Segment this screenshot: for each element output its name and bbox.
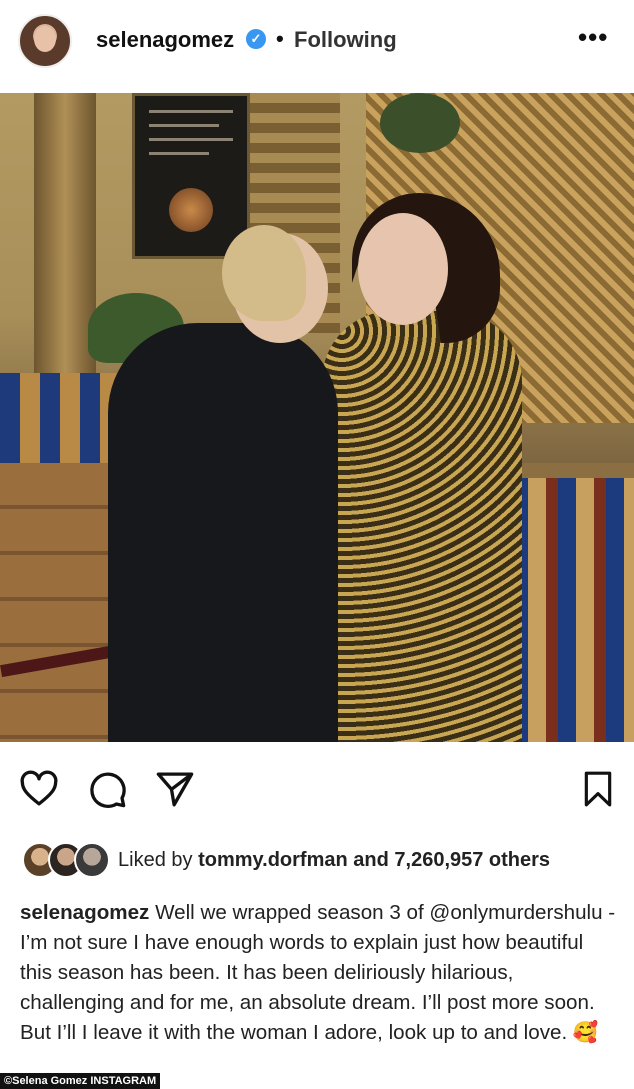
- username-link[interactable]: selenagomez: [96, 27, 234, 53]
- plaque-medallion: [169, 188, 213, 232]
- liked-by-avatars[interactable]: [22, 842, 110, 878]
- post-header: selenagomez ✓ • Following •••: [0, 0, 634, 88]
- plaque-line: [149, 152, 209, 155]
- plaque-line: [149, 138, 233, 141]
- plaque-line: [149, 124, 219, 127]
- plaque-line: [149, 110, 233, 113]
- photo-credit: ©Selena Gomez INSTAGRAM: [0, 1073, 161, 1089]
- heart-icon[interactable]: [18, 768, 60, 810]
- photo-person-sequin-dress: [322, 311, 522, 742]
- likes-summary: Liked by tommy.dorfman and 7,260,957 oth…: [118, 849, 550, 872]
- photo-person-black-coat: [108, 323, 338, 742]
- following-button[interactable]: Following: [294, 27, 397, 53]
- bookmark-icon[interactable]: [578, 768, 618, 810]
- caption-username-link[interactable]: selenagomez: [20, 901, 149, 924]
- separator-dot: •: [276, 26, 284, 51]
- likes-prefix: Liked by: [118, 849, 193, 871]
- user-avatar[interactable]: [18, 14, 72, 68]
- photo-person-face: [358, 213, 448, 325]
- photo-tiles: [510, 478, 634, 742]
- post-caption: selenagomez Well we wrapped season 3 of …: [20, 898, 620, 1048]
- post-photo[interactable]: [0, 93, 634, 742]
- more-options-icon[interactable]: •••: [578, 22, 608, 53]
- comment-icon[interactable]: [86, 768, 128, 810]
- likes-count-link[interactable]: 7,260,957 others: [394, 849, 550, 871]
- photo-plant: [380, 93, 460, 153]
- verified-badge-icon: ✓: [246, 29, 266, 49]
- photo-person-hair: [222, 225, 306, 321]
- paper-plane-icon[interactable]: [154, 768, 196, 810]
- liker-avatar[interactable]: [74, 842, 110, 878]
- action-bar: [0, 768, 634, 816]
- liker-username-link[interactable]: tommy.dorfman: [198, 849, 348, 871]
- likes-connector: and: [353, 849, 389, 871]
- photo-plaque: [132, 93, 250, 259]
